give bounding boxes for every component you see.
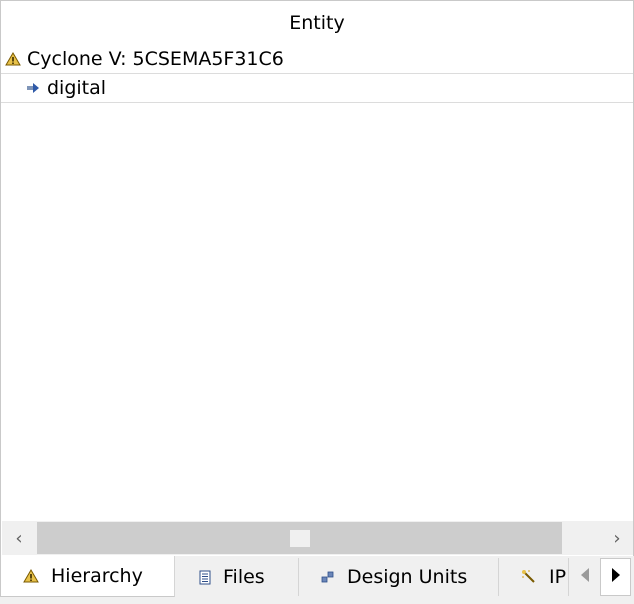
tab-scroll-left-button[interactable] [569, 558, 600, 596]
scrollbar-track[interactable] [37, 522, 562, 554]
warning-chip-icon [5, 52, 21, 66]
chevron-right-icon: › [613, 527, 621, 549]
chevron-left-icon: ‹ [15, 527, 23, 549]
scroll-left-button[interactable]: ‹ [2, 521, 36, 555]
tree-row-device[interactable]: Cyclone V: 5CSEMA5F31C6 [1, 45, 633, 74]
entity-arrow-icon [27, 83, 39, 93]
column-header-label: Entity [289, 12, 345, 34]
tab-ip-label: IP [549, 566, 567, 588]
scroll-right-button[interactable]: › [600, 521, 633, 555]
device-label: Cyclone V: 5CSEMA5F31C6 [27, 48, 284, 70]
tab-ip[interactable]: IP [499, 558, 569, 596]
triangle-right-icon [611, 567, 621, 587]
tab-design-units[interactable]: Design Units [299, 558, 499, 596]
horizontal-scrollbar[interactable]: ‹ › [2, 521, 633, 555]
project-navigator-panel: Entity Cyclone V: 5CSEMA5F31C6 digital ‹ [0, 0, 634, 556]
tab-files-label: Files [223, 566, 265, 588]
triangle-left-icon [580, 567, 590, 587]
hierarchy-icon [23, 569, 39, 583]
ip-wand-icon [521, 569, 537, 585]
tree-row-entity[interactable]: digital [1, 74, 633, 103]
tab-design-units-label: Design Units [347, 566, 468, 588]
tab-files[interactable]: Files [175, 558, 299, 596]
scrollbar-thumb[interactable] [290, 530, 310, 547]
tab-scroll-right-button[interactable] [600, 558, 631, 596]
entity-label: digital [47, 77, 107, 99]
tab-hierarchy-label: Hierarchy [51, 565, 143, 587]
tab-hierarchy[interactable]: Hierarchy [0, 556, 175, 597]
design-units-icon [321, 570, 335, 584]
navigator-tab-bar: Hierarchy Files Design Units IP [0, 556, 634, 604]
file-icon [199, 570, 211, 585]
entity-column-header[interactable]: Entity [1, 1, 633, 45]
